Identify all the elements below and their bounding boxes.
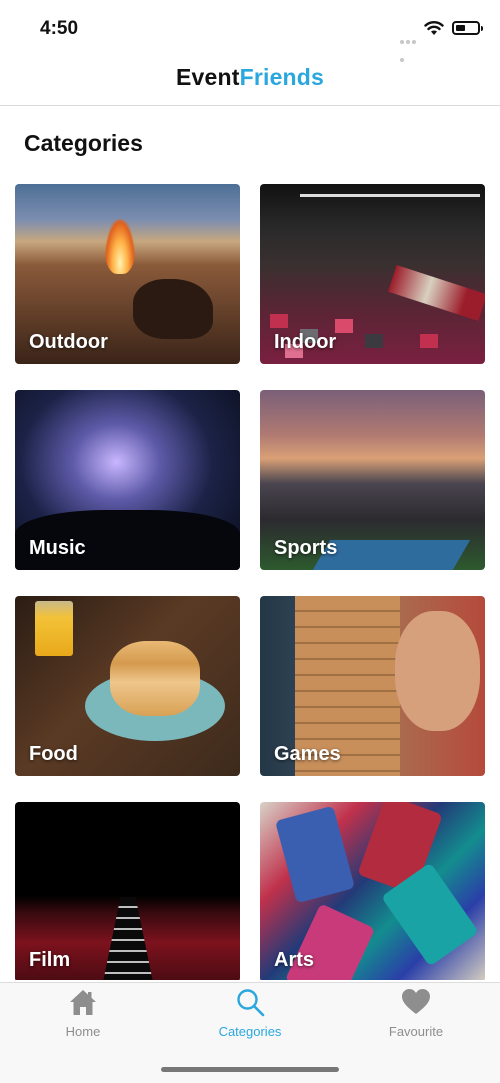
category-label: Outdoor (29, 331, 108, 353)
tab-label: Favourite (388, 1024, 444, 1039)
tab-favourite[interactable]: Favourite (333, 983, 499, 1053)
home-icon (70, 990, 96, 1015)
category-label: Indoor (274, 331, 337, 353)
category-label: Music (29, 537, 86, 559)
tab-home[interactable]: Home (0, 983, 166, 1053)
category-tile-film[interactable]: Film (15, 802, 240, 980)
category-tile-arts[interactable]: Arts (260, 802, 485, 980)
category-tile-indoor[interactable]: Indoor (260, 184, 485, 364)
category-label: Games (274, 743, 341, 765)
category-label: Arts (274, 949, 315, 971)
category-label: Film (29, 949, 71, 971)
category-tile-games[interactable]: Games (260, 596, 485, 776)
categories-grid: Categories Outdoor Indoor Music Sports F… (0, 0, 500, 980)
category-tile-sports[interactable]: Sports (260, 390, 485, 570)
page-title: Categories (24, 130, 143, 156)
category-tile-food[interactable]: Food (15, 596, 240, 776)
tab-label: Home (65, 1024, 101, 1039)
category-tile-outdoor[interactable]: Outdoor (15, 184, 240, 364)
tab-label: Categories (218, 1024, 282, 1039)
search-icon (237, 989, 265, 1017)
home-indicator (161, 1067, 339, 1072)
tab-categories[interactable]: Categories (167, 983, 333, 1053)
category-label: Food (29, 743, 78, 765)
category-tile-music[interactable]: Music (15, 390, 240, 570)
heart-icon (402, 989, 430, 1014)
category-label: Sports (274, 537, 338, 559)
